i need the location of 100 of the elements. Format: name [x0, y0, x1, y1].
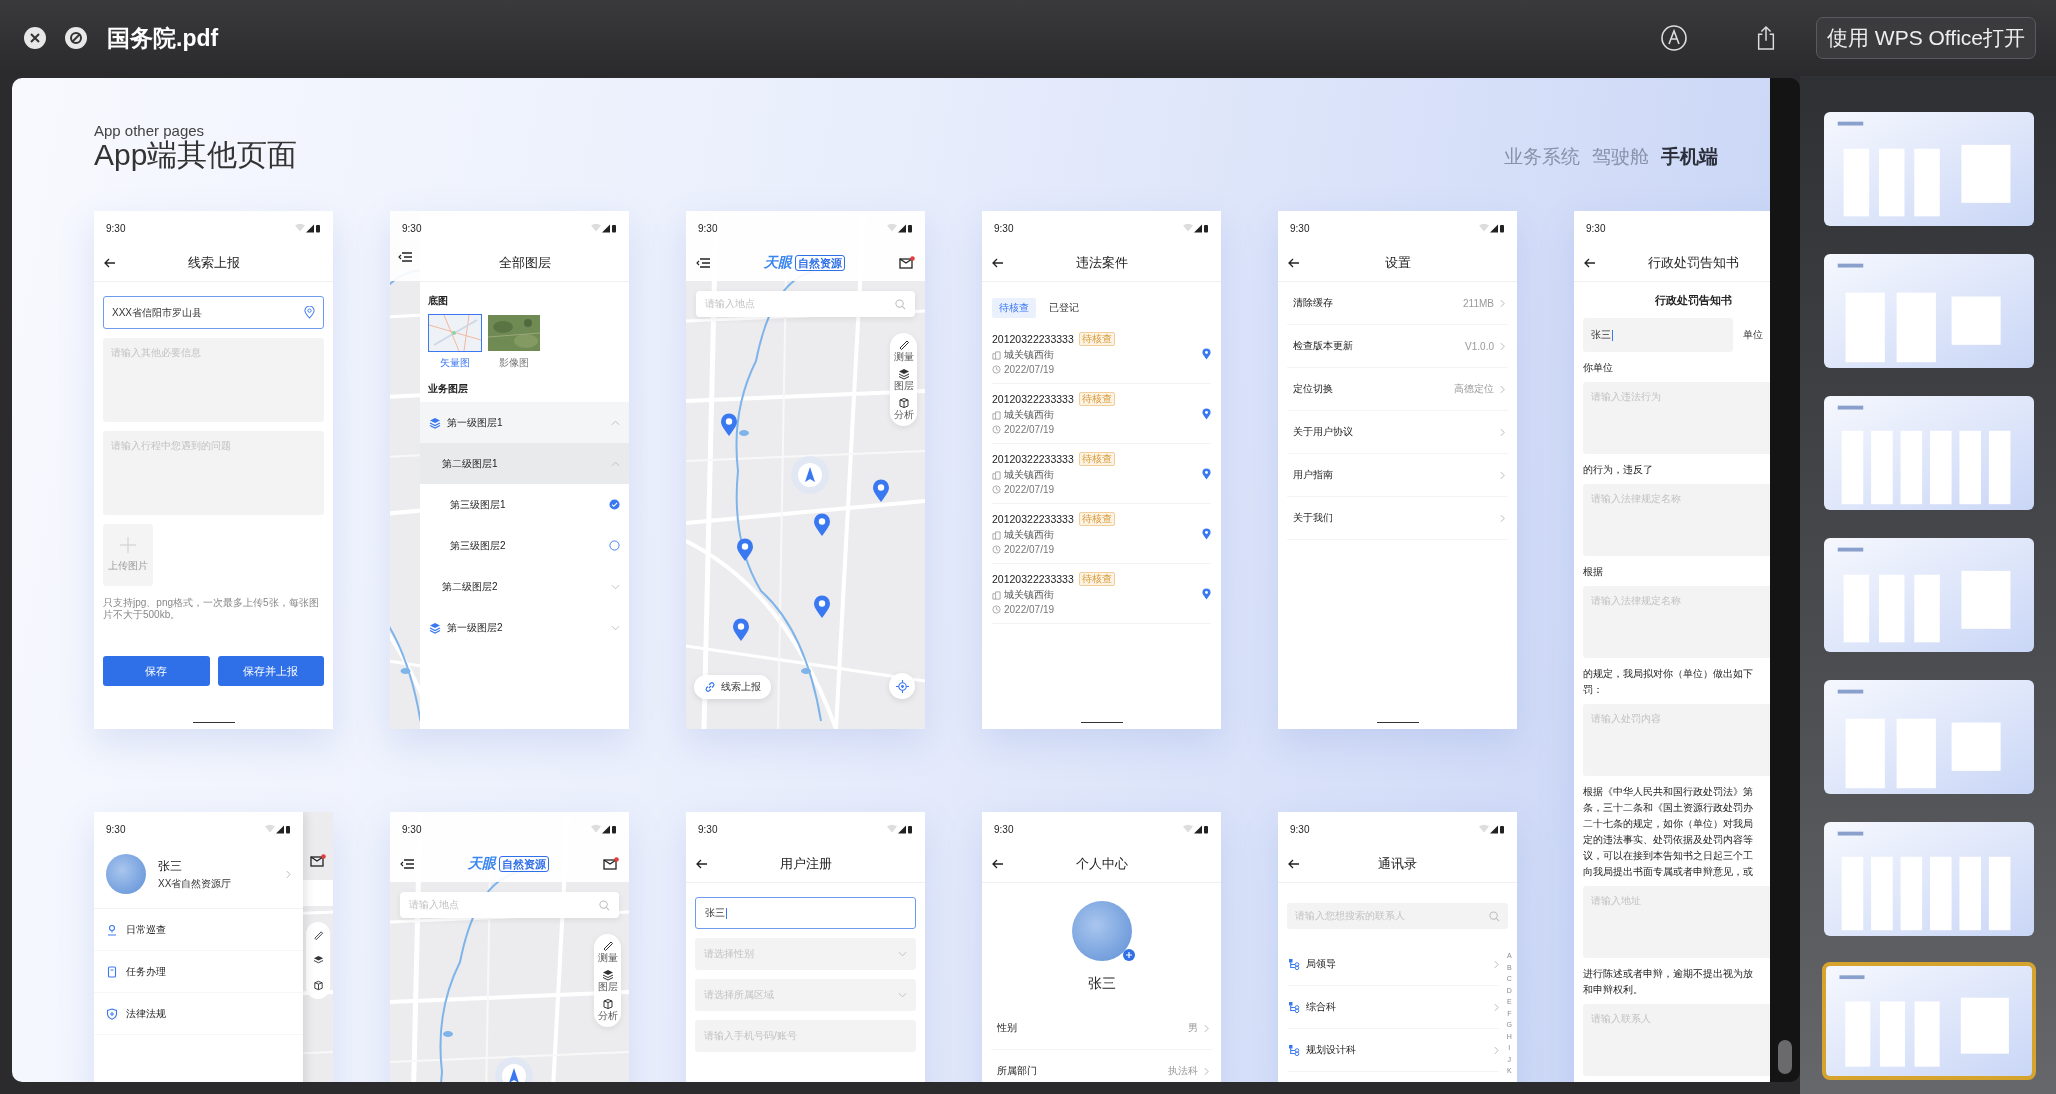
contact-group[interactable]: 综合科: [1288, 986, 1499, 1029]
plus-badge-icon[interactable]: [1122, 949, 1135, 961]
menu-item[interactable]: 法律法规: [94, 993, 303, 1035]
layer-row[interactable]: 第二级图层2: [420, 566, 629, 607]
back-icon[interactable]: [104, 258, 116, 268]
menu-icon[interactable]: [398, 251, 412, 263]
logo-text: 天眼: [468, 855, 496, 873]
status-time: 9:30: [1290, 823, 1310, 835]
chevron-icon: [611, 460, 620, 467]
layer-row[interactable]: 第一级图层1: [420, 402, 629, 443]
name-field[interactable]: 张三: [1583, 318, 1733, 352]
case-item[interactable]: 20120322233333 待核查 城关镇西街 2022/07/19: [992, 564, 1211, 624]
checked-icon[interactable]: [609, 499, 620, 510]
page-thumbnail[interactable]: [1822, 678, 2036, 796]
notice-text: 的规定，我局拟对你（单位）做出如下 罚：: [1583, 667, 1754, 697]
building-icon: [992, 410, 1001, 420]
setting-value: 高德定位: [1454, 382, 1494, 396]
settings-row[interactable]: 关于我们: [1287, 497, 1508, 540]
home-indicator: [1080, 721, 1123, 723]
map-pin-icon[interactable]: [1202, 467, 1211, 480]
submit-button[interactable]: 保存并上报: [217, 656, 324, 686]
settings-row[interactable]: 关于用户协议: [1287, 411, 1508, 454]
slide-title: App端其他页面: [94, 138, 298, 172]
contact-group[interactable]: 规划设计科: [1288, 1029, 1499, 1072]
notice-text: 根据: [1583, 565, 1604, 579]
settings-row[interactable]: 检查版本更新 V1.0.0: [1287, 325, 1508, 368]
submit-button[interactable]: 保存: [103, 656, 210, 686]
page-thumbnail[interactable]: [1822, 110, 2036, 228]
case-item[interactable]: 20120322233333 待核查 城关镇西街 2022/07/19: [992, 504, 1211, 564]
menu-item[interactable]: 日常巡查: [94, 909, 303, 951]
mail-icon[interactable]: [899, 256, 915, 270]
map-pin-icon[interactable]: [1202, 347, 1211, 360]
map-tool[interactable]: 图层: [892, 368, 915, 391]
mail-icon[interactable]: [310, 854, 326, 868]
map-pin-icon[interactable]: [813, 513, 831, 537]
back-icon[interactable]: [1288, 859, 1300, 869]
map-pin-icon[interactable]: [1202, 587, 1211, 600]
page-thumbnail[interactable]: [1822, 252, 2036, 370]
map-pin-icon[interactable]: [732, 618, 750, 642]
page-thumbnail[interactable]: [1822, 394, 2036, 512]
map-pin-icon[interactable]: [736, 538, 754, 562]
case-item[interactable]: 20120322233333 待核查 城关镇西街 2022/07/19: [992, 444, 1211, 504]
avatar: [106, 854, 146, 894]
map-tool[interactable]: 测量: [892, 339, 915, 362]
map-pin-icon[interactable]: [813, 595, 831, 619]
status-bar-icon: [265, 824, 291, 834]
page-thumbnail[interactable]: [1822, 820, 2036, 938]
name-field[interactable]: 张三: [695, 897, 916, 929]
layer-row[interactable]: 第三级图层1: [420, 484, 629, 525]
user-card[interactable]: 张三 XX省自然资源厅: [94, 846, 303, 909]
radio-icon[interactable]: [609, 540, 620, 551]
base-map-option[interactable]: 影像图: [487, 314, 541, 370]
back-icon[interactable]: [696, 859, 708, 869]
nav-tab[interactable]: 手机端: [1661, 144, 1718, 170]
settings-row[interactable]: 用户指南: [1287, 454, 1508, 497]
screen-title: 违法案件: [1075, 254, 1128, 272]
open-with-button[interactable]: 使用 WPS Office打开: [1816, 17, 2036, 59]
map-pin-icon[interactable]: [1202, 527, 1211, 540]
contact-group[interactable]: 局领导: [1288, 943, 1499, 986]
layer-row[interactable]: 第三级图层2: [420, 525, 629, 566]
back-icon[interactable]: [992, 859, 1004, 869]
org-chart-icon: [1288, 1044, 1300, 1056]
tab[interactable]: 已登记: [1042, 298, 1086, 318]
markup-icon[interactable]: [1660, 24, 1688, 52]
page-thumbnail[interactable]: [1822, 962, 2036, 1080]
map-pin-icon[interactable]: [872, 479, 890, 503]
report-button[interactable]: 线索上报: [694, 675, 771, 699]
map-tool[interactable]: 图层: [596, 969, 619, 992]
profile-row[interactable]: 性别 男: [991, 1007, 1212, 1050]
back-icon[interactable]: [992, 258, 1004, 268]
menu-icon[interactable]: [696, 257, 710, 269]
slash-circle-icon[interactable]: [64, 26, 88, 50]
mail-icon[interactable]: [603, 857, 619, 871]
back-icon[interactable]: [1584, 258, 1596, 268]
back-icon[interactable]: [1288, 258, 1300, 268]
layer-row[interactable]: 第一级图层2: [420, 607, 629, 648]
profile-row[interactable]: 所属部门 执法科: [991, 1050, 1212, 1082]
page-thumbnail[interactable]: [1822, 536, 2036, 654]
settings-row[interactable]: 清除缓存 211MB: [1287, 282, 1508, 325]
base-map-option[interactable]: 矢量图: [428, 314, 482, 370]
scroll-thumb[interactable]: [1778, 1040, 1792, 1074]
map-pin-icon[interactable]: [1202, 407, 1211, 420]
map-tool[interactable]: 分析: [596, 998, 619, 1021]
map-tool[interactable]: 测量: [596, 940, 619, 963]
org-chart-icon: [1288, 958, 1300, 970]
search-field[interactable]: [303, 880, 333, 906]
location-field[interactable]: XXX省信阳市罗山县: [103, 296, 324, 329]
chevron-right-icon: [1494, 1045, 1499, 1055]
case-item[interactable]: 20120322233333 待核查 城关镇西街 2022/07/19: [992, 324, 1211, 384]
settings-row[interactable]: 定位切换 高德定位: [1287, 368, 1508, 411]
map-pin-icon[interactable]: [720, 413, 738, 437]
menu-item[interactable]: 任务办理: [94, 951, 303, 993]
menu-icon[interactable]: [400, 858, 414, 870]
close-icon[interactable]: [23, 26, 47, 50]
tab[interactable]: 待核查: [992, 298, 1036, 318]
case-place: 城关镇西街: [1004, 468, 1054, 482]
layer-row[interactable]: 第二级图层1: [420, 443, 629, 484]
case-item[interactable]: 20120322233333 待核查 城关镇西街 2022/07/19: [992, 384, 1211, 444]
share-icon[interactable]: [1755, 24, 1777, 52]
map-tool[interactable]: 分析: [892, 397, 915, 420]
